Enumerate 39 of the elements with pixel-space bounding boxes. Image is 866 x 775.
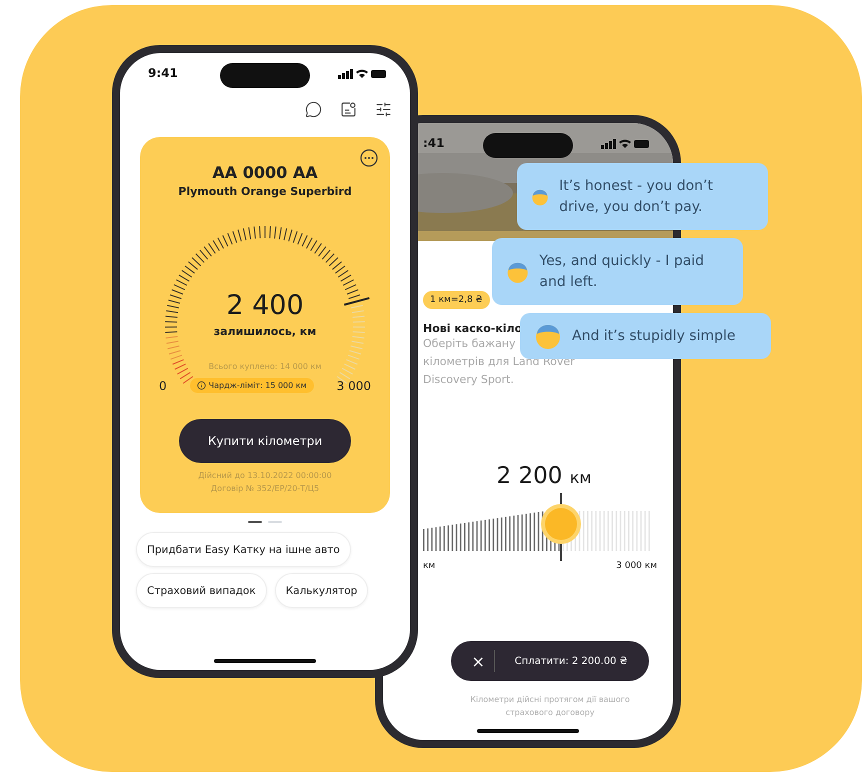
status-icons	[601, 138, 651, 148]
car-model: Plymouth Orange Superbird	[178, 185, 352, 198]
remaining-value: 2 400	[226, 290, 304, 321]
remaining-label: залишилось, км	[214, 325, 316, 338]
pay-button[interactable]: Сплатити: 2 200.00 ₴	[508, 654, 634, 668]
status-time: :41	[423, 136, 444, 150]
limit-badge: Чардж-ліміт: 15 000 км	[190, 378, 314, 393]
plate-number: AA 0000 AA	[212, 163, 318, 182]
action-chip[interactable]: Придбати Easy Катку на ішне авто	[136, 532, 351, 567]
filter-icon[interactable]	[375, 101, 392, 118]
slider-value: 2 200 км	[496, 463, 592, 489]
buy-button[interactable]: Купити кілометри	[179, 419, 351, 463]
chat-text: And it’s stupidly simple	[572, 326, 736, 346]
price-badge: 1 км=2,8 ₴	[423, 291, 490, 309]
gauge-min: 0	[159, 378, 167, 392]
document-icon[interactable]	[340, 101, 357, 118]
slider-thumb[interactable]	[540, 493, 582, 561]
chat-icon[interactable]	[305, 101, 322, 118]
more-icon[interactable]	[360, 149, 378, 167]
chat-text: It’s honest - you don’t drive, you don’t pay.	[559, 176, 714, 216]
avatar-icon	[534, 322, 562, 350]
slider-min: км	[423, 561, 436, 571]
total-bought: Всього куплено: 14 000 км	[208, 362, 322, 371]
contract-number: Договір № 352/EP/20-Т/Ц5	[210, 484, 320, 493]
close-button[interactable]: ×	[466, 650, 495, 672]
action-chip[interactable]: Страховий випадок	[136, 573, 267, 608]
valid-until: Дійсний до 13.10.2022 00:00:00	[198, 471, 332, 480]
offer-description: Discovery Sport.	[423, 372, 514, 388]
status-icons	[338, 68, 388, 78]
gauge-needle	[344, 297, 370, 306]
offer-title: Нові каско-кіло	[423, 322, 522, 335]
chat-text: Yes, and quickly - I paid and left.	[539, 252, 706, 292]
validity-note: Кілометри дійсні протягом дії вашого страхового договору	[469, 694, 631, 719]
action-chip[interactable]: Калькулятор	[274, 573, 368, 608]
slider-max: 3 000 км	[616, 561, 657, 571]
gauge-max: 3 000	[336, 378, 371, 392]
status-time: 9:41	[148, 66, 178, 80]
offer-description: Оберіть бажану	[423, 336, 516, 352]
page-indicator[interactable]	[248, 521, 262, 523]
